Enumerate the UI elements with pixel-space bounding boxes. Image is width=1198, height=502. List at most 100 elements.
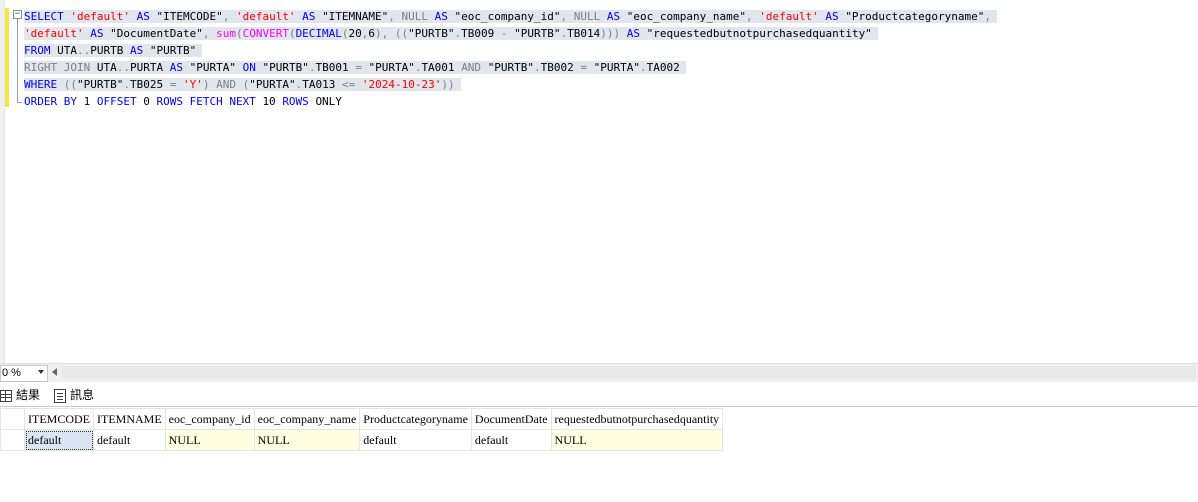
row-number[interactable]: 1 [0, 429, 25, 451]
table-cell[interactable]: NULL [164, 429, 255, 451]
code-line-text: WHERE (("PURTB".TB025 = 'Y') AND ("PURTA… [24, 78, 461, 91]
code-token: ONLY [315, 95, 342, 108]
editor-status-bar: 0 % [0, 363, 1198, 382]
code-token: , [222, 10, 236, 23]
code-token: OFFSET [96, 95, 144, 108]
code-line[interactable]: SELECT 'default' AS "ITEMCODE", 'default… [24, 8, 998, 25]
code-line-text: FROM UTA..PURTB AS "PURTB" [24, 44, 203, 57]
code-token: 1 [83, 95, 97, 108]
table-cell[interactable]: default [24, 429, 94, 451]
code-line[interactable]: 'default' AS "DocumentDate", sum(CONVERT… [24, 25, 997, 42]
code-token: . [123, 78, 130, 91]
code-token: "PURTB" [262, 61, 309, 74]
sql-code[interactable]: SELECT 'default' AS "ITEMCODE", 'default… [24, 8, 998, 110]
code-token: ROWS FETCH NEXT [156, 95, 263, 108]
code-token: TB009 [461, 27, 501, 40]
code-token: "PURTB" [408, 27, 455, 40]
table-cell[interactable]: default [93, 429, 166, 451]
code-token: TB002 [540, 61, 581, 74]
code-token: AS [434, 10, 455, 23]
fold-guide-end [17, 102, 22, 103]
table-cell[interactable]: NULL [550, 429, 724, 451]
code-token: ) [202, 78, 217, 91]
code-token: )) [441, 78, 455, 91]
code-token: FROM [24, 44, 58, 57]
code-token: , NULL [388, 10, 435, 23]
results-grid[interactable]: ITEMCODE ITEMNAME eoc_company_id eoc_compan… [0, 408, 1198, 502]
tab-messages[interactable]: 訊息 [52, 385, 94, 405]
grid-icon [0, 390, 12, 402]
code-token: 10 [262, 95, 283, 108]
table-row[interactable]: 1defaultdefaultNULLNULLdefaultdefaultNUL… [0, 429, 724, 451]
header-row: ITEMCODE ITEMNAME eoc_company_id eoc_compan… [0, 408, 724, 430]
code-token: ( [288, 27, 296, 40]
code-line-text: RIGHT JOIN UTA..PURTA AS "PURTA" ON "PUR… [24, 61, 686, 74]
collapse-icon[interactable]: − [13, 10, 22, 19]
code-token: AS [626, 27, 647, 40]
column-header[interactable]: ITEMCODE [24, 408, 94, 430]
table-cell[interactable]: default [359, 429, 472, 451]
code-token: "DocumentDate" [110, 27, 203, 40]
code-token: "ITEMNAME" [322, 10, 389, 23]
code-token: . [534, 61, 541, 74]
code-token: 0 [143, 95, 157, 108]
code-token: TA002 [646, 61, 680, 74]
table-cell[interactable]: NULL [253, 429, 361, 451]
tab-results[interactable]: 結果 [0, 385, 40, 405]
column-header[interactable]: eoc_company_name [253, 408, 361, 430]
fold-guide-line [17, 19, 18, 103]
code-token: "PURTB" [487, 61, 535, 74]
column-header[interactable]: eoc_company_id [164, 408, 255, 430]
code-token: AS [83, 27, 111, 40]
results-table: ITEMCODE ITEMNAME eoc_company_id eoc_compan… [0, 408, 724, 451]
code-token: "requestedbutnotpurchasedquantity" [646, 27, 872, 40]
tab-results-label: 結果 [16, 388, 41, 402]
code-line[interactable]: FROM UTA..PURTB AS "PURTB" [24, 42, 997, 59]
zoom-dropdown[interactable]: 0 % [0, 365, 48, 382]
code-token: AS [130, 44, 150, 57]
code-line[interactable]: WHERE (("PURTB".TB025 = 'Y') AND ("PURTA… [24, 76, 997, 93]
code-token: , [202, 27, 217, 40]
column-header[interactable]: Productcategoryname [359, 408, 472, 430]
code-token: ( [235, 27, 243, 40]
code-token: WHERE [24, 78, 64, 91]
code-token: PURTB [90, 44, 130, 57]
code-token: TA013 [302, 78, 342, 91]
query-editor[interactable]: − SELECT 'default' AS "ITEMCODE", 'defau… [0, 0, 1198, 363]
code-token: sum [216, 27, 236, 40]
code-line[interactable]: RIGHT JOIN UTA..PURTA AS "PURTA" ON "PUR… [24, 59, 997, 76]
scroll-left-icon[interactable] [52, 368, 57, 376]
code-token: 'default' [24, 27, 84, 40]
table-cell[interactable]: default [470, 429, 552, 451]
code-token: 'Y' [182, 78, 203, 91]
code-token: '2024-10-23' [361, 78, 442, 91]
tab-messages-label: 訊息 [70, 388, 95, 402]
code-token: "Productcategoryname" [845, 10, 985, 23]
results-tab-strip: 結果 訊息 [0, 382, 1198, 407]
code-token: "PURTA" [593, 61, 641, 74]
code-token: AND [216, 78, 243, 91]
code-token: - [500, 27, 515, 40]
code-line-text: 'default' AS "DocumentDate", sum(CONVERT… [24, 27, 878, 40]
code-token: TB001 [315, 61, 356, 74]
code-token: "PURTA" [249, 78, 296, 91]
code-token: DECIMAL [295, 27, 342, 40]
code-token: TB014 [567, 27, 601, 40]
column-header[interactable]: DocumentDate [470, 408, 552, 430]
code-token: "PURTB" [514, 27, 561, 40]
code-token: ( [341, 27, 349, 40]
column-header[interactable]: requestedbutnotpurchasedquantity [550, 408, 724, 430]
chevron-down-icon [38, 370, 44, 374]
code-line[interactable]: ORDER BY 1 OFFSET 0 ROWS FETCH NEXT 10 R… [24, 93, 997, 110]
code-token: AS [129, 10, 157, 23]
code-token: . [640, 61, 647, 74]
code-token: PURTA [129, 61, 170, 74]
row-header-corner[interactable] [0, 408, 25, 430]
code-token: .. [116, 61, 130, 74]
code-token: "PURTA" [189, 61, 243, 74]
code-token: ROWS [282, 95, 316, 108]
code-token: .. [77, 44, 91, 57]
code-token: CONVERT [242, 27, 289, 40]
horizontal-scrollbar[interactable] [62, 366, 1196, 379]
column-header[interactable]: ITEMNAME [93, 408, 166, 430]
